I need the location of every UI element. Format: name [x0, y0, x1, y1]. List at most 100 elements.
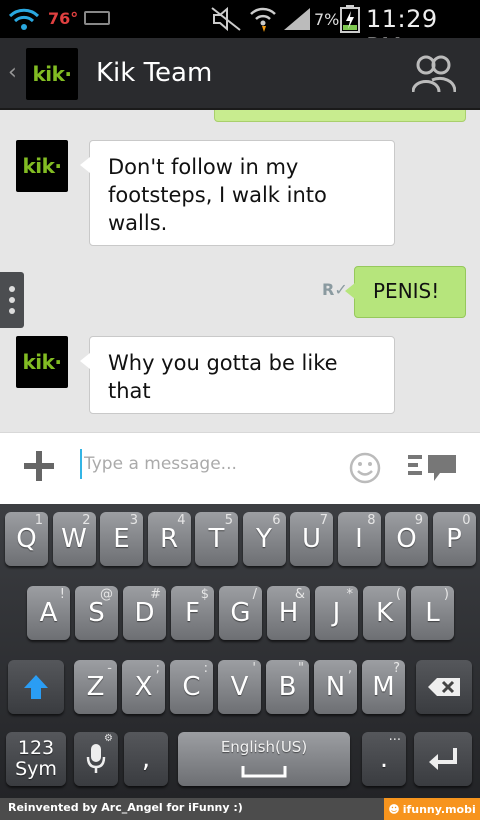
plus-icon[interactable] — [22, 449, 56, 483]
key-h[interactable]: H & — [267, 586, 310, 640]
incoming-message-bubble[interactable]: Don't follow in my footsteps, I walk int… — [80, 140, 395, 246]
outgoing-message-bubble[interactable]: PENIS! — [345, 266, 466, 318]
key-l[interactable]: L) — [411, 586, 454, 640]
key-n[interactable]: N, — [314, 660, 357, 714]
ifunny-brand: ifunny.mobi — [402, 802, 476, 816]
key-a[interactable]: A! — [27, 586, 70, 640]
key-p[interactable]: P0 — [432, 512, 476, 566]
key-secondary-char: ( — [395, 587, 401, 602]
key-k[interactable]: K( — [363, 586, 406, 640]
back-chevron-icon[interactable]: ‹ — [8, 60, 17, 85]
key-char: A — [39, 598, 58, 628]
avatar[interactable]: kik· — [16, 140, 68, 192]
key-char: L — [425, 598, 440, 628]
key-char: K — [375, 598, 394, 628]
settings-gear-icon: ⚙ — [104, 733, 113, 744]
voice-input-key[interactable]: ⚙ — [74, 732, 118, 786]
key-secondary-char: ! — [59, 587, 65, 602]
key-secondary-char: : — [203, 661, 208, 676]
enter-key[interactable] — [414, 732, 472, 786]
key-char: N — [325, 672, 346, 702]
key-secondary-char: $ — [200, 587, 209, 602]
key-x[interactable]: X; — [122, 660, 165, 714]
credit-text: Reinvented by Arc_Angel for iFunny :) — [8, 801, 243, 814]
message-text: Don't follow in my footsteps, I walk int… — [108, 155, 327, 235]
read-receipt-text: R — [322, 280, 335, 299]
comma-key[interactable]: , — [124, 732, 168, 786]
key-w[interactable]: W2 — [52, 512, 96, 566]
key-u[interactable]: U7 — [290, 512, 333, 566]
ifunny-smiley-icon: ☻ — [388, 802, 400, 816]
key-y[interactable]: Y6 — [242, 512, 286, 566]
key-secondary-char: @ — [100, 587, 113, 602]
backspace-key[interactable] — [416, 660, 472, 714]
key-secondary-char: ? — [393, 661, 400, 676]
ifunny-badge: ☻ ifunny.mobi — [384, 798, 480, 820]
key-secondary-char: 4 — [177, 513, 186, 528]
key-char: M — [372, 672, 395, 702]
key-secondary-char: 3 — [129, 513, 138, 528]
incoming-message-bubble[interactable]: Why you gotta be like that — [80, 336, 395, 414]
key-char: Y — [256, 524, 272, 554]
microphone-icon — [86, 744, 106, 773]
watermark-bar: Reinvented by Arc_Angel for iFunny :) ☻ … — [0, 798, 480, 820]
key-t[interactable]: T5 — [195, 512, 238, 566]
period-secondary: ··· — [388, 733, 401, 748]
key-b[interactable]: B " — [266, 660, 309, 714]
key-e[interactable]: E3 — [100, 512, 143, 566]
key-secondary-char: , — [347, 661, 352, 676]
key-char: P — [446, 524, 462, 554]
key-char: Q — [16, 524, 37, 554]
key-char: B — [278, 672, 297, 702]
space-key[interactable]: English(US) — [178, 732, 350, 786]
key-r[interactable]: R4 — [147, 512, 191, 566]
key-c[interactable]: C: — [170, 660, 213, 714]
key-i[interactable]: I8 — [337, 512, 381, 566]
kik-logo-text: kik· — [32, 62, 72, 86]
key-o[interactable]: O9 — [385, 512, 428, 566]
period-key[interactable]: . ··· — [362, 732, 406, 786]
avatar[interactable]: kik· — [16, 336, 68, 388]
previous-outgoing-bubble — [214, 110, 466, 122]
key-v[interactable]: V ' — [218, 660, 261, 714]
key-char: X — [134, 672, 153, 702]
space-bar-icon — [241, 766, 287, 778]
key-char: T — [208, 524, 225, 554]
media-icon[interactable] — [406, 451, 458, 485]
message-list[interactable]: kik· Don't follow in my footsteps, I wal… — [0, 110, 480, 432]
key-s[interactable]: S @ — [75, 586, 118, 640]
key-char: I — [355, 524, 363, 554]
key-j[interactable]: J * — [315, 586, 358, 640]
key-char: U — [301, 524, 322, 554]
key-secondary-char: & — [294, 587, 305, 602]
key-secondary-char: " — [298, 661, 304, 676]
smiley-icon[interactable] — [348, 451, 382, 485]
key-d[interactable]: D # — [123, 586, 166, 640]
key-secondary-char: # — [150, 587, 161, 602]
key-char: R — [159, 524, 179, 554]
key-secondary-char: / — [252, 587, 257, 602]
key-g[interactable]: G / — [219, 586, 262, 640]
key-char: W — [61, 524, 87, 554]
shift-key[interactable] — [8, 660, 64, 714]
key-secondary-char: ; — [155, 661, 160, 676]
kik-logo[interactable]: kik· — [26, 48, 78, 100]
key-secondary-char: ) — [443, 587, 449, 602]
people-icon[interactable] — [412, 54, 456, 94]
chat-header: ‹ kik· Kik Team — [0, 38, 480, 110]
key-secondary-char: - — [107, 661, 112, 676]
key-q[interactable]: Q1 — [5, 512, 48, 566]
key-z[interactable]: Z- — [74, 660, 117, 714]
key-char: S — [88, 598, 105, 628]
key-secondary-char: 5 — [224, 513, 233, 528]
wifi-icon — [8, 8, 40, 30]
key-m[interactable]: M? — [362, 660, 405, 714]
enter-arrow-icon — [429, 748, 457, 770]
key-secondary-char: 7 — [319, 513, 328, 528]
drawer-handle[interactable] — [0, 272, 24, 328]
message-input[interactable] — [80, 449, 330, 479]
symbols-key[interactable]: 123 Sym — [6, 732, 66, 786]
key-f[interactable]: F $ — [171, 586, 214, 640]
battery-charging-icon — [340, 5, 360, 33]
key-char: J — [332, 598, 341, 628]
